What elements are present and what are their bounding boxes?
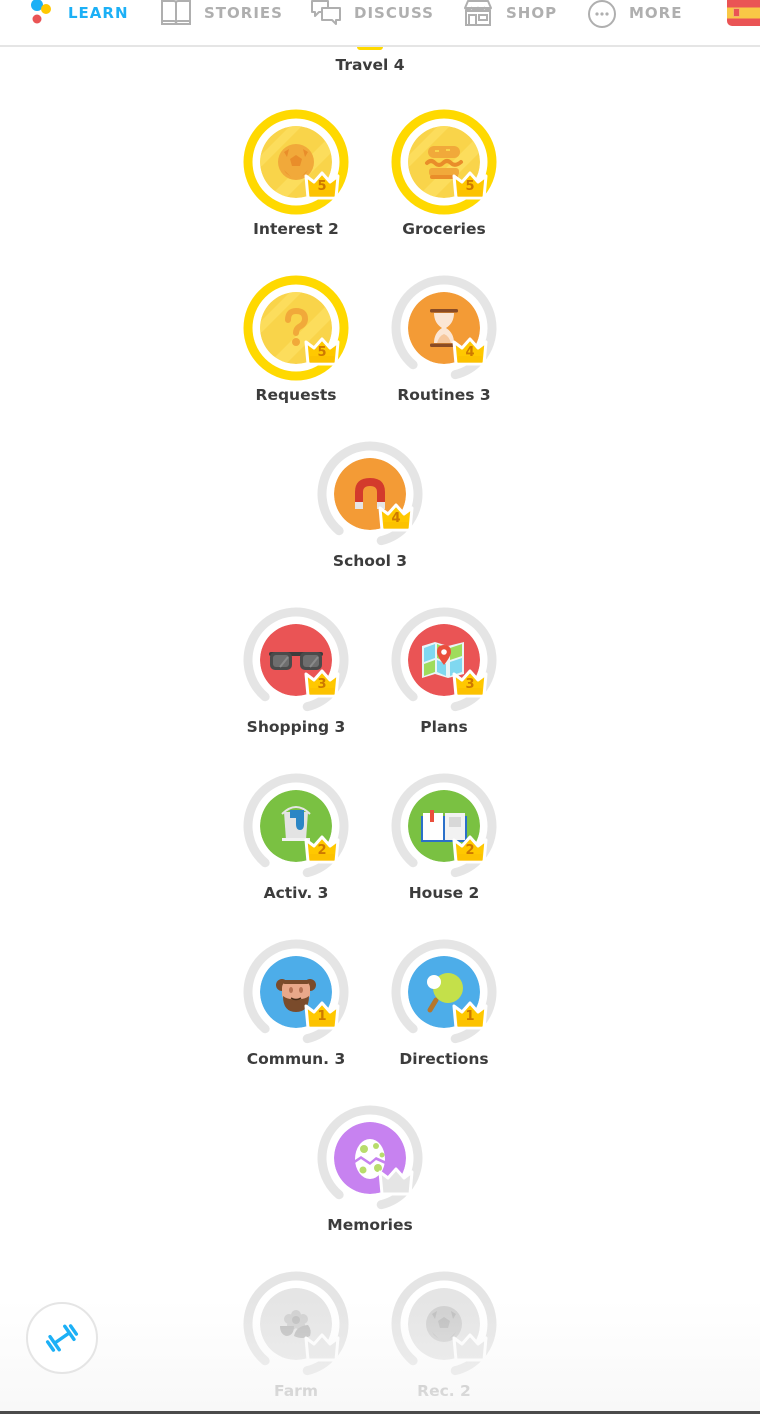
chat-bubbles-icon bbox=[311, 0, 341, 25]
nav-learn-label: LEARN bbox=[68, 4, 129, 22]
crown-icon bbox=[452, 1332, 488, 1362]
skill-interest-2[interactable]: 5 Interest 2 bbox=[236, 108, 356, 258]
skill-label: Rec. 2 bbox=[417, 1382, 471, 1400]
skill-groceries[interactable]: 5 Groceries bbox=[384, 108, 504, 258]
skill-label-travel-4: Travel 4 bbox=[335, 56, 405, 74]
crown-icon: 2 bbox=[452, 834, 488, 864]
skill-memories[interactable]: Memories bbox=[310, 1104, 430, 1254]
skill-label: Directions bbox=[399, 1050, 489, 1068]
crown-icon: 4 bbox=[452, 336, 488, 366]
crown-level: 3 bbox=[465, 677, 475, 692]
nav-more-label: MORE bbox=[629, 4, 683, 22]
crown-icon: 3 bbox=[452, 668, 488, 698]
skill-tree: Travel 4 5 Interest 2 5 Groceries 5 Requ… bbox=[0, 0, 760, 1414]
nav-more[interactable]: MORE bbox=[587, 0, 683, 28]
skill-activ-3[interactable]: 2 Activ. 3 bbox=[236, 772, 356, 922]
nav-shop-label: SHOP bbox=[506, 4, 558, 22]
top-navigation: LEARN STORIES DISCUSS SHOP MORE bbox=[0, 0, 760, 47]
crown-level: 2 bbox=[317, 843, 327, 858]
crown-icon: 5 bbox=[452, 170, 488, 200]
skill-commun-3[interactable]: 1 Commun. 3 bbox=[236, 938, 356, 1088]
skill-label: Routines 3 bbox=[397, 386, 491, 404]
crown-level: 1 bbox=[465, 1009, 475, 1024]
crown-level: 4 bbox=[391, 511, 401, 526]
skill-requests[interactable]: 5 Requests bbox=[236, 274, 356, 424]
skill-directions[interactable]: 1 Directions bbox=[384, 938, 504, 1088]
nav-stories-label: STORIES bbox=[204, 4, 283, 22]
book-icon bbox=[161, 0, 191, 25]
crown-icon: 4 bbox=[378, 502, 414, 532]
more-dots-icon bbox=[588, 0, 616, 28]
crown-icon bbox=[304, 1332, 340, 1362]
nav-learn[interactable]: LEARN bbox=[28, 0, 129, 26]
skill-label: Activ. 3 bbox=[263, 884, 329, 902]
skill-label: Groceries bbox=[402, 220, 486, 238]
crown-level: 2 bbox=[465, 843, 475, 858]
shop-icon bbox=[464, 0, 492, 26]
crown-icon: 5 bbox=[304, 170, 340, 200]
spain-flag-icon[interactable] bbox=[727, 0, 760, 26]
skill-label: Shopping 3 bbox=[246, 718, 346, 736]
crown-level: 4 bbox=[465, 345, 475, 360]
crown-icon bbox=[378, 1166, 414, 1196]
skill-label: Farm bbox=[274, 1382, 318, 1400]
skill-shopping-3[interactable]: 3 Shopping 3 bbox=[236, 606, 356, 756]
skill-routines-3[interactable]: 4 Routines 3 bbox=[384, 274, 504, 424]
duo-dots-icon bbox=[31, 0, 51, 24]
skill-label: Requests bbox=[255, 386, 337, 404]
crown-icon: 2 bbox=[304, 834, 340, 864]
skill-label: House 2 bbox=[408, 884, 480, 902]
skill-label: Memories bbox=[327, 1216, 413, 1234]
crown-level: 5 bbox=[317, 345, 327, 360]
skill-rec-2[interactable]: Rec. 2 bbox=[384, 1270, 504, 1414]
nav-stories[interactable]: STORIES bbox=[160, 0, 283, 26]
skill-label: School 3 bbox=[332, 552, 408, 570]
skill-label: Interest 2 bbox=[253, 220, 339, 238]
crown-level: 1 bbox=[317, 1009, 327, 1024]
skill-farm[interactable]: Farm bbox=[236, 1270, 356, 1414]
travel-skill-ring-edge bbox=[357, 47, 383, 50]
skill-plans[interactable]: 3 Plans bbox=[384, 606, 504, 756]
skill-school-3[interactable]: 4 School 3 bbox=[310, 440, 430, 590]
nav-discuss-label: DISCUSS bbox=[354, 4, 434, 22]
crown-level: 5 bbox=[465, 179, 475, 194]
crown-icon: 5 bbox=[304, 336, 340, 366]
skill-label: Plans bbox=[420, 718, 468, 736]
crown-icon: 3 bbox=[304, 668, 340, 698]
crown-icon: 1 bbox=[304, 1000, 340, 1030]
dumbbell-icon bbox=[45, 1324, 79, 1352]
flag-emblem bbox=[733, 8, 740, 17]
skill-house-2[interactable]: 2 House 2 bbox=[384, 772, 504, 922]
practice-button[interactable] bbox=[26, 1302, 98, 1374]
crown-level: 3 bbox=[317, 677, 327, 692]
nav-shop[interactable]: SHOP bbox=[462, 0, 557, 26]
crown-icon: 1 bbox=[452, 1000, 488, 1030]
crown-level: 5 bbox=[317, 179, 327, 194]
skill-label: Commun. 3 bbox=[246, 1050, 346, 1068]
nav-discuss[interactable]: DISCUSS bbox=[310, 0, 434, 26]
